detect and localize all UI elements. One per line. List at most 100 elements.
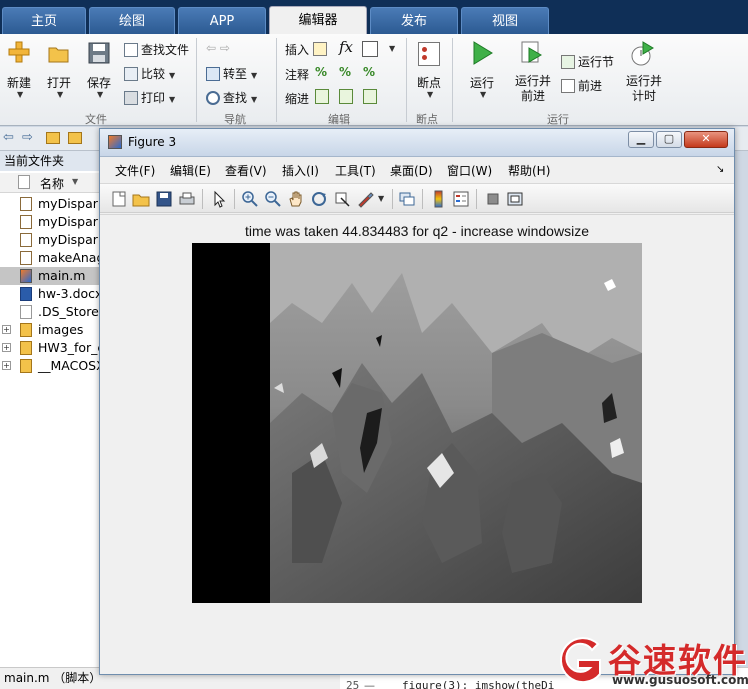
file-list-item[interactable]: .DS_Store — [0, 303, 110, 321]
find-files-icon — [124, 43, 138, 57]
menu-insert[interactable]: 插入(I) — [282, 162, 319, 179]
file-list-item[interactable]: myDisparit — [0, 231, 110, 249]
close-button[interactable]: ✕ — [684, 131, 728, 148]
run-and-advance-button[interactable]: 运行并 前进 — [515, 74, 551, 104]
maximize-button[interactable]: ▢ — [656, 131, 682, 148]
pan-hand-icon[interactable] — [287, 190, 305, 208]
brush-icon[interactable] — [356, 190, 374, 208]
print-figure-icon[interactable] — [178, 190, 196, 208]
nav-back-forward[interactable]: ⇦ ⇨ — [206, 41, 230, 55]
up-folder-icon[interactable] — [46, 132, 60, 144]
menu-tools[interactable]: 工具(T) — [335, 162, 376, 179]
save-caret-icon[interactable]: ▼ — [97, 90, 103, 99]
sort-caret-icon: ▼ — [72, 177, 79, 186]
open-button[interactable]: 打开 — [47, 74, 71, 91]
new-button[interactable]: 新建 — [7, 74, 31, 91]
tab-editor[interactable]: 编辑器 — [269, 6, 367, 35]
file-list-item[interactable]: main.m — [0, 267, 110, 285]
watermark-logo-icon — [559, 637, 601, 684]
goto-button[interactable]: 转至 ▼ — [206, 65, 257, 82]
open-file-icon[interactable] — [132, 190, 150, 208]
minimize-button[interactable]: ▁ — [628, 131, 654, 148]
uncomment-percent-icon[interactable]: % — [339, 65, 351, 79]
menu-file[interactable]: 文件(F) — [115, 162, 155, 179]
file-icon — [20, 215, 32, 229]
zoom-in-icon[interactable] — [241, 190, 259, 208]
plot-title: time was taken 44.834483 for q2 - increa… — [245, 223, 589, 239]
open-caret-icon[interactable]: ▼ — [57, 90, 63, 99]
advance-button[interactable]: 前进 — [561, 77, 602, 94]
menu-window[interactable]: 窗口(W) — [447, 162, 492, 179]
edit-plot-arrow-icon[interactable] — [210, 190, 228, 208]
tab-home[interactable]: 主页 — [2, 7, 86, 34]
comment-percent-icon[interactable]: % — [315, 65, 327, 79]
edit-more-caret-icon[interactable]: ▼ — [389, 44, 395, 53]
new-caret-icon[interactable]: ▼ — [17, 90, 23, 99]
brush-caret-icon[interactable]: ▼ — [378, 194, 384, 203]
save-button[interactable]: 保存 — [87, 74, 111, 91]
file-list-item[interactable]: + HW3_for_c — [0, 339, 110, 357]
insert-doc-icon[interactable] — [313, 42, 327, 56]
insert-button[interactable]: 插入 — [285, 41, 309, 58]
find-files-button[interactable]: 查找文件 — [124, 41, 189, 58]
zoom-out-icon[interactable] — [264, 190, 282, 208]
save-figure-icon[interactable] — [155, 190, 173, 208]
hide-plot-tools-icon[interactable] — [484, 190, 502, 208]
figure-title: Figure 3 — [128, 135, 177, 149]
browse-folder-icon[interactable] — [68, 132, 82, 144]
data-cursor-icon[interactable] — [333, 190, 351, 208]
menu-edit[interactable]: 编辑(E) — [170, 162, 211, 179]
colorbar-icon[interactable] — [430, 190, 448, 208]
back-arrow-icon[interactable]: ⇦ — [3, 130, 14, 145]
tab-publish[interactable]: 发布 — [370, 7, 458, 34]
name-column-header[interactable]: 名称 ▼ — [0, 173, 110, 193]
indent-button[interactable]: 缩进 — [285, 90, 309, 107]
file-list-item[interactable]: + images — [0, 321, 110, 339]
increase-indent-icon[interactable] — [339, 89, 353, 104]
file-name: images — [38, 322, 84, 337]
comment-button[interactable]: 注释 — [285, 66, 309, 83]
ribbon-separator — [196, 38, 197, 122]
rotate-3d-icon[interactable] — [310, 190, 328, 208]
legend-icon[interactable] — [452, 190, 470, 208]
editor-line-number: 25 — [346, 679, 360, 689]
menu-view[interactable]: 查看(V) — [225, 162, 267, 179]
file-list-item[interactable]: hw-3.docx — [0, 285, 110, 303]
run-button[interactable]: 运行 — [470, 74, 494, 91]
decrease-indent-icon[interactable] — [363, 89, 377, 104]
breakpoints-caret-icon[interactable]: ▼ — [427, 90, 433, 99]
tab-view[interactable]: 视图 — [461, 7, 549, 34]
file-list-item[interactable]: makeAnag — [0, 249, 110, 267]
run-and-time-button[interactable]: 运行并 计时 — [626, 74, 662, 104]
forward-arrow-icon[interactable]: ⇨ — [220, 41, 230, 55]
find-button[interactable]: 查找 ▼ — [206, 89, 257, 106]
function-hints-icon[interactable] — [362, 41, 378, 57]
expand-plus-icon[interactable]: + — [2, 325, 11, 334]
print-button[interactable]: 打印 ▼ — [124, 89, 175, 106]
expand-plus-icon[interactable]: + — [2, 343, 11, 352]
menubar-dock-arrow-icon[interactable]: ↘ — [716, 164, 724, 175]
file-list-item[interactable]: myDisparit — [0, 213, 110, 231]
expand-plus-icon[interactable]: + — [2, 361, 11, 370]
run-caret-icon[interactable]: ▼ — [480, 90, 486, 99]
back-arrow-icon[interactable]: ⇦ — [206, 41, 216, 55]
ribbon-separator — [452, 38, 453, 122]
tab-apps[interactable]: APP — [178, 7, 266, 34]
link-plot-icon[interactable] — [398, 190, 416, 208]
tab-plots[interactable]: 绘图 — [89, 7, 175, 34]
menu-desktop[interactable]: 桌面(D) — [390, 162, 433, 179]
figure-titlebar[interactable]: Figure 3 ▁ ▢ ✕ — [100, 129, 734, 157]
menu-help[interactable]: 帮助(H) — [508, 162, 550, 179]
smart-indent-icon[interactable] — [315, 89, 329, 104]
run-section-button[interactable]: 运行节 — [561, 53, 614, 70]
fx-button[interactable]: fx — [339, 38, 353, 56]
breakpoints-button[interactable]: 断点 — [417, 74, 441, 91]
forward-arrow-icon[interactable]: ⇨ — [22, 130, 33, 145]
breakpoints-icon — [418, 42, 440, 66]
wrap-comment-icon[interactable]: % — [363, 65, 375, 79]
file-list-item[interactable]: + __MACOSX — [0, 357, 110, 375]
compare-button[interactable]: 比较 ▼ — [124, 65, 175, 82]
file-list-item[interactable]: myDisparit — [0, 195, 110, 213]
show-plot-tools-icon[interactable] — [506, 190, 524, 208]
new-figure-icon[interactable] — [110, 190, 128, 208]
